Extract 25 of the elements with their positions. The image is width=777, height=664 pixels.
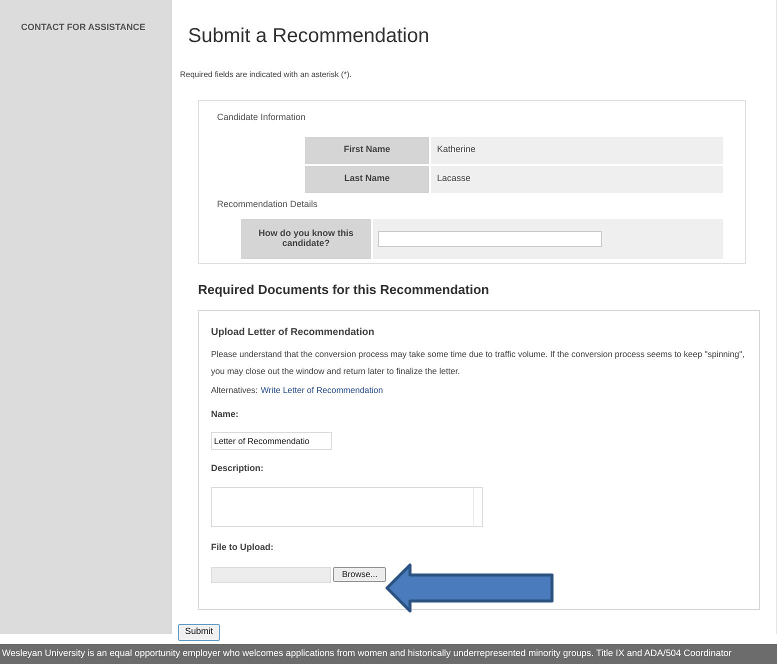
page-title: Submit a Recommendation bbox=[188, 24, 430, 49]
section-heading: Candidate Information bbox=[217, 111, 307, 124]
description-textarea[interactable] bbox=[211, 487, 483, 528]
conversion-note: Please understand that the conversion process may take some time due to traffic volume. If the conversion process seems to keep "spinning", you may close out the window and return later to finalize the letter. bbox=[211, 348, 746, 378]
footer-text: Wesleyan University is an equal opportunity employer who welcomes applications from women and historically underrepresented minority groups. Title IX and ADA/504 Coordinator bbox=[2, 647, 732, 660]
browse-button[interactable]: Browse... bbox=[333, 567, 386, 582]
submit-button[interactable]: Submit bbox=[178, 624, 220, 640]
field-label: Last Name bbox=[305, 166, 429, 192]
relationship-input[interactable] bbox=[378, 231, 602, 247]
name-label: Name: bbox=[211, 408, 240, 422]
field-value: Katherine bbox=[431, 136, 723, 164]
write-letter-link[interactable]: Write Letter of Recommendation bbox=[260, 384, 383, 396]
file-label: File to Upload: bbox=[211, 541, 274, 554]
section-heading: Recommendation Details bbox=[217, 198, 319, 210]
section-title: Required Documents for this Recommendation bbox=[198, 281, 490, 299]
alternatives-label: Alternatives: bbox=[211, 384, 258, 396]
upload-heading: Upload Letter of Recommendation bbox=[211, 326, 376, 340]
description-label: Description: bbox=[211, 462, 265, 475]
sidebar-heading: CONTACT FOR ASSISTANCE bbox=[21, 22, 146, 32]
name-input[interactable]: Letter of Recommendatio bbox=[211, 432, 332, 450]
field-value: Lacasse bbox=[431, 166, 723, 192]
required-note: Required fields are indicated with an asterisk (*). bbox=[180, 69, 353, 81]
field-label: How do you know this candidate? bbox=[241, 219, 371, 259]
file-path-field[interactable] bbox=[211, 566, 331, 583]
field-label: First Name bbox=[305, 136, 429, 164]
